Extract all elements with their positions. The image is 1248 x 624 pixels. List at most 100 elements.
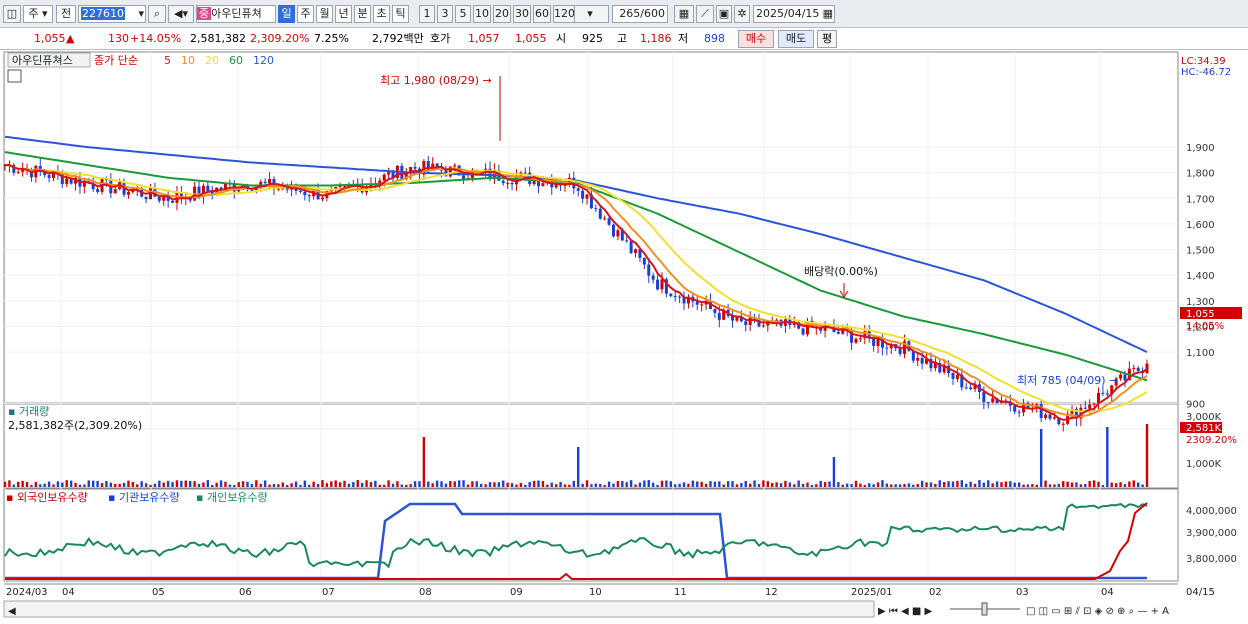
volume-bar [435,480,439,487]
minute-button-60[interactable]: 60 [533,5,551,23]
prev-button[interactable]: 전 [56,5,76,23]
volume-bar [757,484,761,487]
volume-ytick-1: 1,000K [1186,459,1222,470]
xaxis-label-8: 11 [674,587,687,598]
eval-button[interactable]: 평 [817,30,837,48]
candle-body [453,165,457,167]
candle-body [1105,393,1109,395]
volume-bar [118,483,121,487]
gear-icon[interactable]: ✲ [734,5,750,23]
volume-bar [259,483,262,487]
minute-button-10[interactable]: 10 [473,5,491,23]
minute-button-5[interactable]: 5 [455,5,471,23]
volume-bar [726,481,730,487]
save-icon[interactable]: ▣ [716,5,732,23]
buy-button[interactable]: 매수 [738,30,774,48]
period-tab-4[interactable]: 분 [354,5,371,23]
volume-bar [171,482,174,487]
volume-bar [78,484,82,487]
volume-bar [378,484,381,487]
volume-bar [471,481,474,487]
line-tool-icon[interactable]: ⟋ [696,5,714,23]
candle-body [16,171,20,173]
sound-icon[interactable]: ◀▾ [168,5,194,23]
volume-bar [1000,482,1003,487]
sell-button[interactable]: 매도 [778,30,814,48]
zoom-handle [981,602,988,616]
period-tab-5[interactable]: 초 [373,5,390,23]
volume-bar [881,480,884,487]
candle-body [673,296,677,298]
candle-body [541,183,545,187]
minute-button-120[interactable]: 120 [553,5,575,23]
count-input[interactable]: 265/600 [612,5,668,23]
minute-button-1[interactable]: 1 [419,5,435,23]
minute-button-20[interactable]: 20 [493,5,511,23]
candle-body [854,338,858,343]
volume-bar [515,484,518,487]
candle-body [678,296,682,298]
volume-bar [215,482,218,487]
price-ytick-2: 1,700 [1186,194,1215,205]
volume-bar [797,480,800,487]
candle-body [634,249,638,253]
market-select[interactable]: 주 ▾ [23,5,53,23]
period-select[interactable]: ▾ [571,5,609,23]
volume-bar [612,483,615,487]
window-icon[interactable]: ◫ [3,5,21,23]
volume-bar [347,483,351,487]
code-input[interactable]: 227610 ▾ [78,5,146,23]
candle-body [669,293,673,297]
chart-area[interactable]: 1,900 1,800 1,700 1,600 1,500 1,400 1,300 1,200… [0,51,1248,621]
search-icon[interactable]: ⌕ [148,5,166,23]
volume-bar [775,482,778,487]
candle-body [1083,407,1087,409]
minute-button-3[interactable]: 3 [437,5,453,23]
volume-bar [687,483,690,487]
volume-bar [1119,482,1122,487]
ma-period-20: 20 [205,54,219,67]
period-tab-0[interactable]: 일 [278,5,295,23]
period-tab-3[interactable]: 년 [335,5,352,23]
period-tab-2[interactable]: 월 [316,5,333,23]
period-tab-6[interactable]: 틱 [392,5,409,23]
volume-bar [510,483,514,487]
volume-bar [793,484,796,487]
volume-bar [1048,484,1052,487]
volume-bar [1092,480,1096,487]
volume-bar [211,484,214,487]
chart-tool-icon[interactable]: ▦ [674,5,694,23]
volume-bar [338,482,342,487]
quote-low-label: 저 [678,32,689,45]
volume-bar [352,482,355,487]
price-panel [3,51,1179,404]
candle-body [206,185,210,192]
volume-bar [546,484,549,487]
volume-bar [497,482,501,487]
volume-bar [237,482,240,487]
volume-bar [1075,482,1078,487]
volume-bar [462,480,465,487]
volume-bar [568,484,571,487]
minute-button-30[interactable]: 30 [513,5,531,23]
volume-bar [651,482,655,487]
xaxis-label-6: 09 [510,587,523,598]
volume-bar [175,480,179,487]
candle-body [642,257,646,265]
candle-body [162,196,166,201]
date-input[interactable]: 2025/04/15 ▦ [753,5,835,23]
chart-svg[interactable]: 1,9001,8001,7001,6001,5001,4001,3001,200… [0,51,1248,621]
quote-amount: 2,792백만 [372,32,424,45]
volume-bar [166,480,170,487]
volume-bar [823,482,827,487]
volume-bar [616,480,620,487]
volume-bar [224,481,227,487]
price-ytick-5: 1,400 [1186,271,1215,282]
period-tab-1[interactable]: 주 [297,5,314,23]
volume-bar [643,480,646,487]
volume-bar [34,481,38,487]
volume-bar [268,484,271,487]
volume-bar [281,482,284,487]
stock-name-field[interactable]: 중 아우딘퓨쳐 [196,5,276,23]
volume-bar [356,480,359,487]
